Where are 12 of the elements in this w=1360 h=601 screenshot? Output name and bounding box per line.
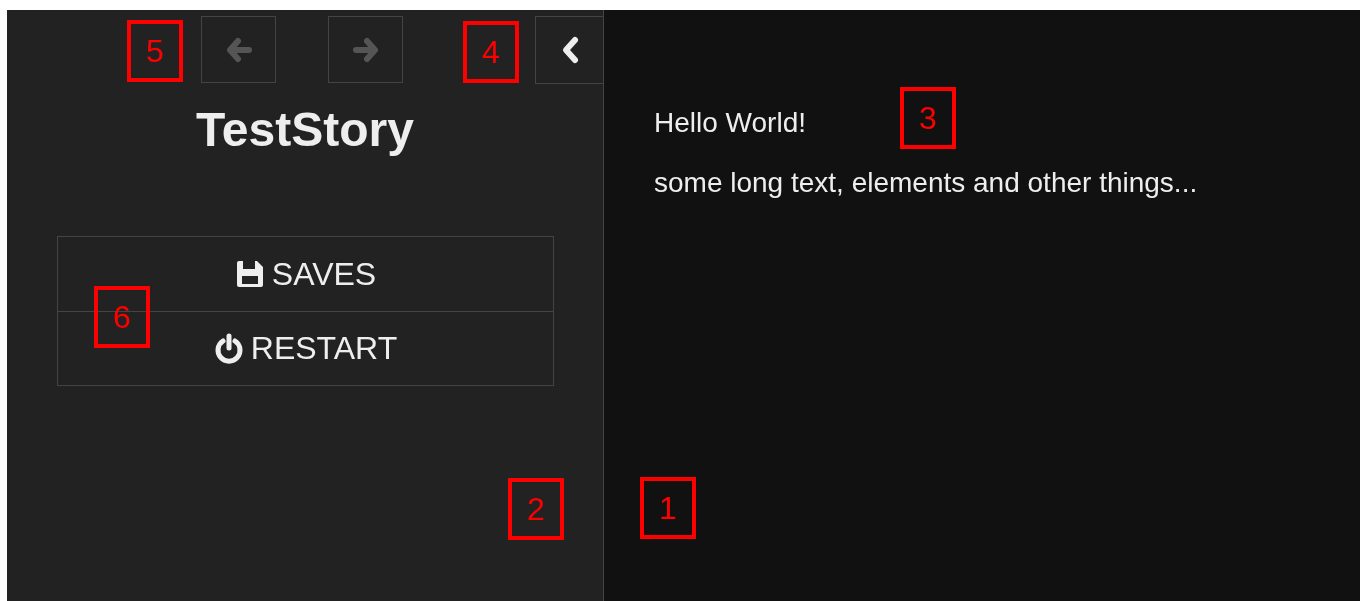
- callout-label: 2: [508, 478, 564, 540]
- passage-text: Hello World!: [654, 106, 806, 140]
- callout-label: 5: [127, 20, 183, 82]
- callout-label: 3: [900, 87, 956, 149]
- right-arrow-icon: [352, 36, 379, 63]
- left-arrow-icon: [225, 36, 252, 63]
- collapse-button[interactable]: [535, 16, 603, 84]
- passage-text: some long text, elements and other things...: [654, 165, 1198, 200]
- story-title: TestStory: [196, 106, 414, 154]
- callout-label: 4: [463, 21, 519, 83]
- callout-label: 1: [640, 477, 696, 539]
- callout-label: 6: [94, 286, 150, 348]
